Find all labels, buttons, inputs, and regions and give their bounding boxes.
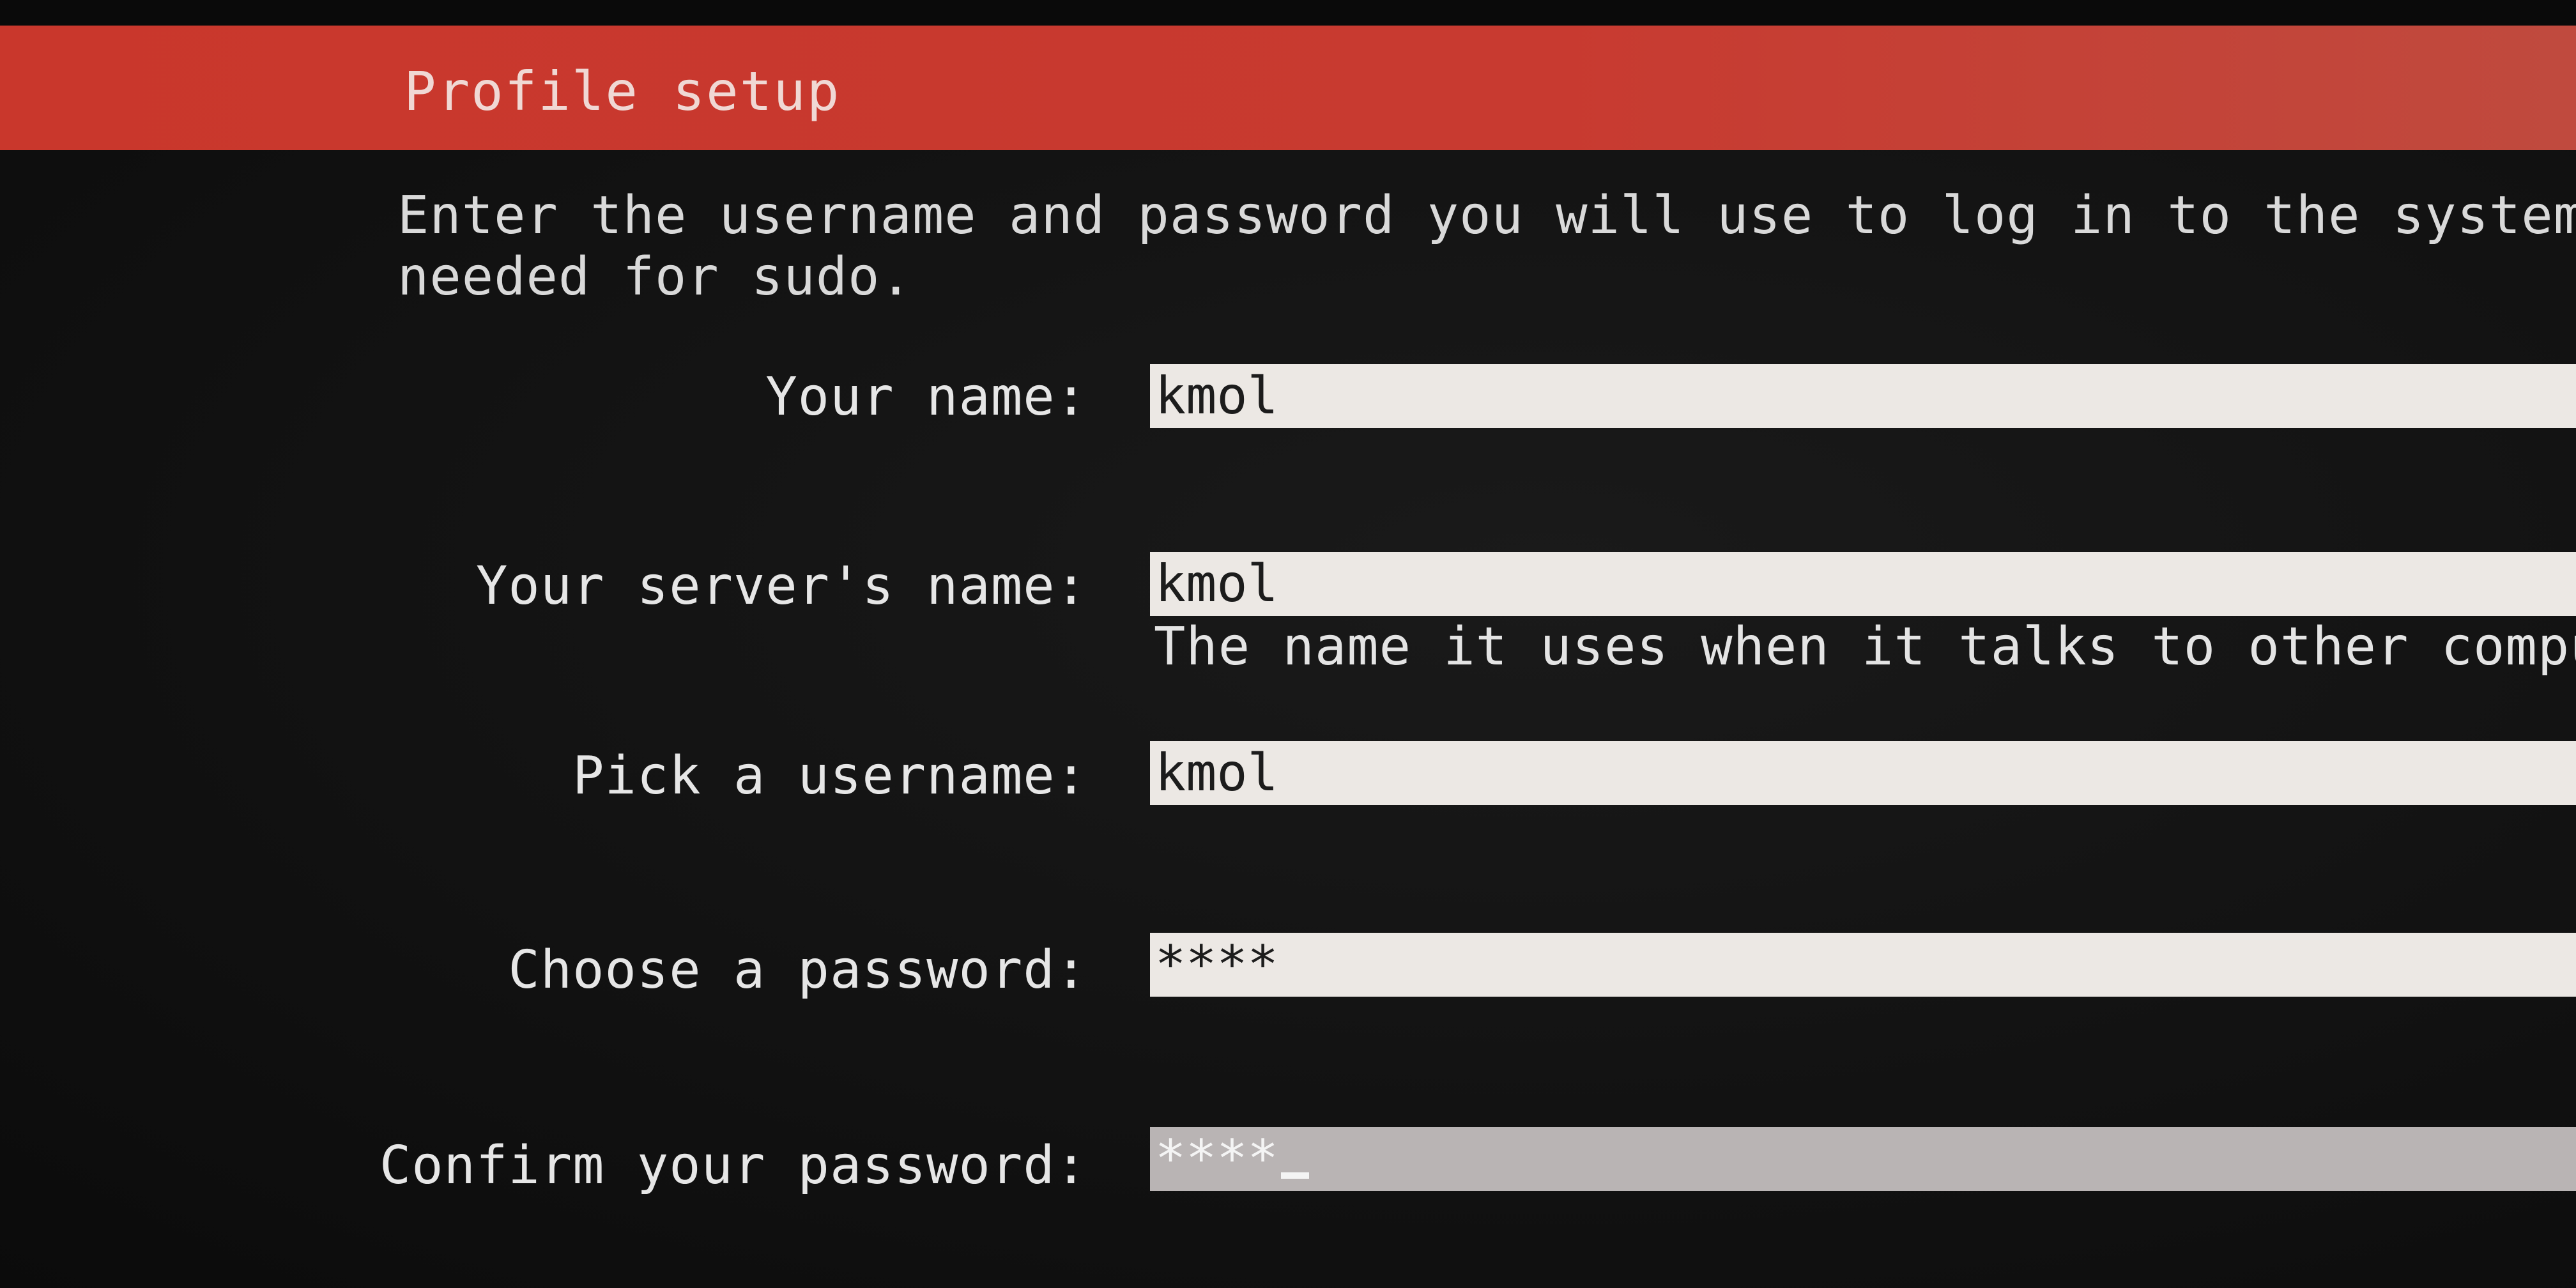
username-value: kmol	[1155, 743, 1278, 802]
title-bar	[0, 26, 2576, 150]
confirm-password-value: ****	[1155, 1129, 1278, 1188]
screen-bezel	[0, 0, 2576, 26]
intro-line-1: Enter the username and password you will…	[397, 185, 2576, 246]
username-field[interactable]: kmol	[1150, 741, 2576, 805]
your-name-label: Your name:	[765, 367, 1087, 427]
installer-screen: Profile setup Enter the username and pas…	[0, 0, 2576, 1288]
server-name-label: Your server's name:	[476, 556, 1087, 617]
password-value: ****	[1155, 935, 1278, 994]
confirm-password-field[interactable]: ****	[1150, 1127, 2576, 1191]
intro-line-2: needed for sudo.	[397, 247, 912, 307]
confirm-password-label: Confirm your password:	[379, 1135, 1087, 1196]
your-name-field[interactable]: kmol	[1150, 364, 2576, 428]
page-title: Profile setup	[404, 60, 841, 123]
password-label: Choose a password:	[508, 940, 1087, 1000]
intro-text: Enter the username and password you will…	[397, 185, 2576, 308]
password-field[interactable]: ****	[1150, 933, 2576, 997]
your-name-value: kmol	[1155, 366, 1278, 425]
server-name-hint: The name it uses when it talks to other …	[1154, 617, 2576, 677]
text-cursor	[1280, 1172, 1309, 1179]
server-name-value: kmol	[1155, 554, 1278, 613]
username-label: Pick a username:	[572, 746, 1087, 806]
server-name-field[interactable]: kmol	[1150, 552, 2576, 616]
